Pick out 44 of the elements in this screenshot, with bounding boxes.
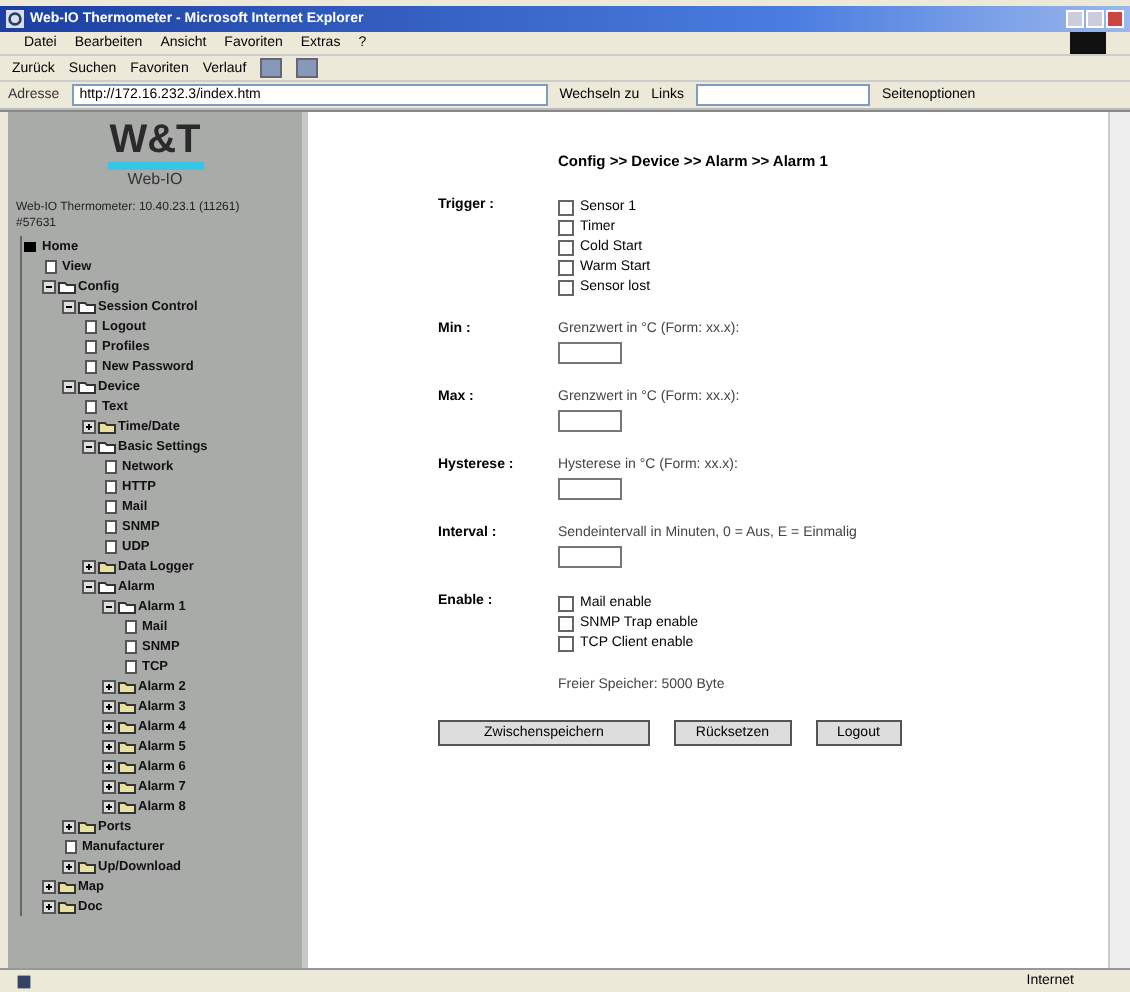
expand-icon[interactable] — [42, 899, 56, 913]
page-icon — [62, 839, 80, 853]
checkbox[interactable] — [558, 595, 574, 611]
product-name: Web-IO — [127, 170, 183, 188]
expand-icon[interactable] — [42, 879, 56, 893]
expand-icon[interactable] — [82, 419, 96, 433]
input-field[interactable] — [558, 410, 622, 432]
expand-icon[interactable] — [102, 799, 116, 813]
expand-icon[interactable] — [62, 859, 76, 873]
checkbox[interactable] — [558, 635, 574, 651]
expand-icon[interactable] — [102, 699, 116, 713]
input-field[interactable] — [558, 342, 622, 364]
expand-icon[interactable] — [102, 719, 116, 733]
expand-icon[interactable] — [102, 779, 116, 793]
checkbox[interactable] — [558, 615, 574, 631]
checkbox[interactable] — [558, 219, 574, 235]
collapse-icon[interactable] — [82, 439, 96, 453]
input-field[interactable] — [558, 478, 622, 500]
folder-icon — [78, 379, 96, 393]
close-button[interactable] — [1106, 10, 1124, 28]
expand-icon[interactable] — [62, 819, 76, 833]
collapse-icon[interactable] — [42, 279, 56, 293]
expand-icon[interactable] — [102, 739, 116, 753]
expand-icon[interactable] — [82, 559, 96, 573]
scrollbar[interactable] — [1108, 112, 1130, 968]
search-field[interactable] — [695, 84, 870, 106]
checkbox[interactable] — [558, 239, 574, 255]
input-field[interactable] — [558, 546, 622, 568]
collapse-icon[interactable] — [62, 379, 76, 393]
collapse-icon[interactable] — [62, 299, 76, 313]
expand-icon[interactable] — [102, 759, 116, 773]
page-done-icon — [16, 973, 32, 989]
expand-icon[interactable] — [102, 679, 116, 693]
page-icon — [42, 259, 60, 273]
logo: W&T — [109, 120, 201, 160]
checkbox[interactable] — [558, 259, 574, 275]
collapse-icon[interactable] — [82, 579, 96, 593]
collapse-icon[interactable] — [102, 599, 116, 613]
browser-icon — [6, 10, 24, 28]
logo-stripe — [107, 162, 203, 170]
folder-icon — [78, 819, 96, 833]
page-icon — [82, 399, 100, 413]
checkbox[interactable] — [558, 199, 574, 215]
checkbox[interactable] — [558, 279, 574, 295]
